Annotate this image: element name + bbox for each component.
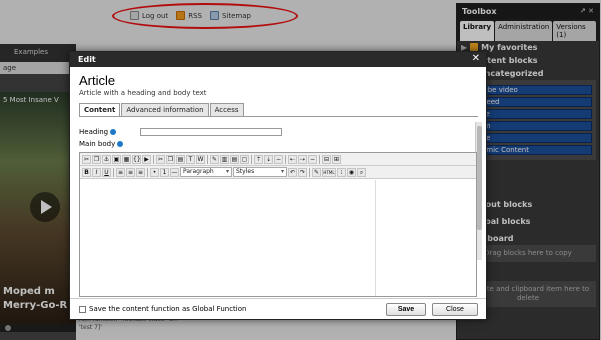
global-function-checkbox[interactable] bbox=[79, 305, 86, 313]
save-button[interactable]: Save bbox=[386, 303, 426, 316]
editor-toolbar-row1: ✂ ❐ ⚓ ▣ ▦ {} ▶ ✂ ❐ ▤ T W ✎ ▥ ▤ ▢ ⇡ ⇣ − ⇠… bbox=[80, 153, 476, 166]
table-props-icon[interactable]: ▥ bbox=[220, 154, 229, 164]
horizontal-rule-icon[interactable]: — bbox=[170, 167, 179, 177]
dialog-header: Article Article with a heading and body … bbox=[70, 67, 486, 97]
delete-col-icon[interactable]: − bbox=[308, 154, 317, 164]
insert-image-icon[interactable]: ◉ bbox=[347, 167, 356, 177]
split-cell-icon[interactable]: ⊟ bbox=[322, 154, 331, 164]
dialog-footer: Save the content function as Global Func… bbox=[70, 298, 486, 319]
bold-icon[interactable]: B bbox=[82, 167, 91, 177]
heading-input[interactable] bbox=[140, 128, 282, 136]
undo-icon[interactable]: ↶ bbox=[288, 167, 297, 177]
tab-divider bbox=[79, 116, 478, 117]
col-after-icon[interactable]: ⇢ bbox=[298, 154, 307, 164]
editor-toolbar-row2: B I U ≡ ≡ ≡ • 1 — Paragraph ▾ Styles ▾ ↶ ↷… bbox=[80, 166, 476, 179]
global-function-option: Save the content function as Global Func… bbox=[79, 305, 246, 313]
toolbar-separator bbox=[153, 154, 154, 164]
image-icon[interactable]: ▣ bbox=[112, 154, 121, 164]
paste-icon[interactable]: ▤ bbox=[176, 154, 185, 164]
merge-cell-icon[interactable]: ⊞ bbox=[332, 154, 341, 164]
dialog-title: Edit bbox=[78, 55, 96, 64]
close-button[interactable]: Close bbox=[432, 303, 478, 316]
body-field-label: Main body bbox=[79, 140, 124, 148]
bullet-list-icon[interactable]: • bbox=[150, 167, 159, 177]
dialog-title-bar: Edit ✕ bbox=[70, 52, 486, 67]
cut2-icon[interactable]: ✂ bbox=[156, 154, 165, 164]
toolbar-separator bbox=[113, 167, 114, 177]
numbered-list-icon[interactable]: 1 bbox=[160, 167, 169, 177]
copy-icon[interactable]: ❐ bbox=[92, 154, 101, 164]
dialog-tabs: Content Advanced information Access bbox=[79, 103, 244, 116]
search-icon[interactable]: ⌕ bbox=[357, 167, 366, 177]
tab-access[interactable]: Access bbox=[209, 103, 244, 116]
anchor-icon[interactable]: ⚓ bbox=[102, 154, 111, 164]
cut-icon[interactable]: ✂ bbox=[82, 154, 91, 164]
paste-text-icon[interactable]: T bbox=[186, 154, 195, 164]
toolbar-separator bbox=[147, 167, 148, 177]
help-icon[interactable] bbox=[110, 129, 117, 135]
col-before-icon[interactable]: ⇠ bbox=[288, 154, 297, 164]
redo-icon[interactable]: ↷ bbox=[298, 167, 307, 177]
toolbar-separator bbox=[319, 154, 320, 164]
delete-row-icon[interactable]: − bbox=[274, 154, 283, 164]
italic-icon[interactable]: I bbox=[92, 167, 101, 177]
cell-icon[interactable]: ▢ bbox=[240, 154, 249, 164]
toolbar-separator bbox=[309, 167, 310, 177]
code-icon[interactable]: {} bbox=[132, 154, 141, 164]
tab-content[interactable]: Content bbox=[79, 103, 121, 116]
media-icon[interactable]: ▶ bbox=[142, 154, 151, 164]
rich-text-editor: ✂ ❐ ⚓ ▣ ▦ {} ▶ ✂ ❐ ▤ T W ✎ ▥ ▤ ▢ ⇡ ⇣ − ⇠… bbox=[79, 152, 477, 297]
row-icon[interactable]: ▤ bbox=[230, 154, 239, 164]
row-after-icon[interactable]: ⇣ bbox=[264, 154, 273, 164]
scrollbar-thumb[interactable] bbox=[477, 126, 482, 230]
align-center-icon[interactable]: ≡ bbox=[126, 167, 135, 177]
help-icon[interactable] bbox=[117, 141, 124, 147]
align-left-icon[interactable]: ≡ bbox=[116, 167, 125, 177]
heading-field-label: Heading bbox=[79, 128, 117, 136]
paste-word-icon[interactable]: W bbox=[196, 154, 205, 164]
edit-icon[interactable]: ✎ bbox=[210, 154, 219, 164]
tab-advanced-information[interactable]: Advanced information bbox=[121, 103, 209, 116]
link-icon[interactable]: ⁝ bbox=[337, 167, 346, 177]
styles-select[interactable]: Styles ▾ bbox=[233, 167, 287, 177]
copy2-icon[interactable]: ❐ bbox=[166, 154, 175, 164]
format-select[interactable]: Paragraph ▾ bbox=[180, 167, 232, 177]
toolbar-separator bbox=[251, 154, 252, 164]
toolbar-separator bbox=[285, 154, 286, 164]
close-icon[interactable]: ✕ bbox=[472, 53, 480, 64]
chevron-down-icon: ▾ bbox=[225, 168, 229, 175]
chevron-down-icon: ▾ bbox=[280, 168, 284, 175]
row-before-icon[interactable]: ⇡ bbox=[254, 154, 263, 164]
underline-icon[interactable]: U bbox=[102, 167, 111, 177]
dialog-subheading: Article with a heading and body text bbox=[79, 89, 207, 97]
align-right-icon[interactable]: ≡ bbox=[136, 167, 145, 177]
edit-dialog: Edit ✕ Article Article with a heading an… bbox=[69, 51, 487, 320]
dialog-heading: Article bbox=[79, 73, 116, 88]
table-icon[interactable]: ▦ bbox=[122, 154, 131, 164]
html-button[interactable]: HTML bbox=[322, 167, 336, 177]
global-function-label: Save the content function as Global Func… bbox=[89, 305, 247, 313]
editor-content-area[interactable] bbox=[80, 180, 376, 296]
toolbar-separator bbox=[207, 154, 208, 164]
clean-icon[interactable]: ✎ bbox=[312, 167, 321, 177]
